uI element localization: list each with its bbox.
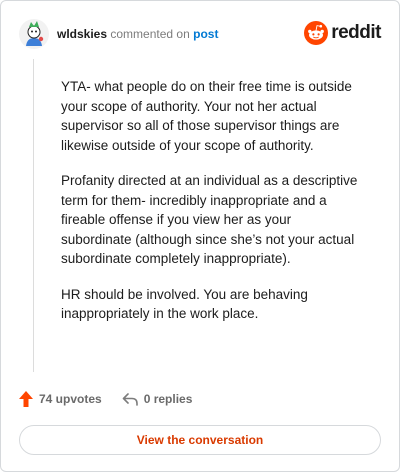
user-avatar-icon[interactable] [19, 19, 49, 49]
upvote-arrow-icon [19, 391, 33, 407]
comment-paragraph: HR should be involved. You are behaving … [61, 286, 308, 322]
view-conversation-button[interactable]: View the conversation [19, 425, 381, 455]
upvote-button[interactable]: 74 upvotes [19, 391, 102, 407]
comment-paragraph: Profanity directed at an individual as a… [61, 173, 358, 266]
comment-body: YTA- what people do on their free time i… [61, 77, 361, 340]
thread-line [33, 59, 34, 372]
comment-paragraph: YTA- what people do on their free time i… [61, 79, 352, 153]
action-text: commented on [110, 27, 190, 41]
upvotes-count: 74 upvotes [39, 392, 102, 406]
reddit-logo-icon [304, 21, 329, 45]
replies-button[interactable]: 0 replies [122, 392, 193, 406]
comment-meta: wldskies commented on post [57, 27, 218, 41]
comment-header: wldskies commented on post [19, 19, 218, 49]
embedded-comment-card: wldskies commented on post reddit YTA- w… [0, 0, 400, 472]
comment-actions: 74 upvotes 0 replies [19, 389, 192, 409]
replies-count: 0 replies [143, 392, 193, 406]
post-link[interactable]: post [193, 27, 218, 41]
username-link[interactable]: wldskies [57, 27, 107, 41]
reply-arrow-icon [122, 393, 138, 406]
reddit-brand[interactable]: reddit [304, 21, 381, 45]
reddit-wordmark: reddit [331, 22, 381, 43]
